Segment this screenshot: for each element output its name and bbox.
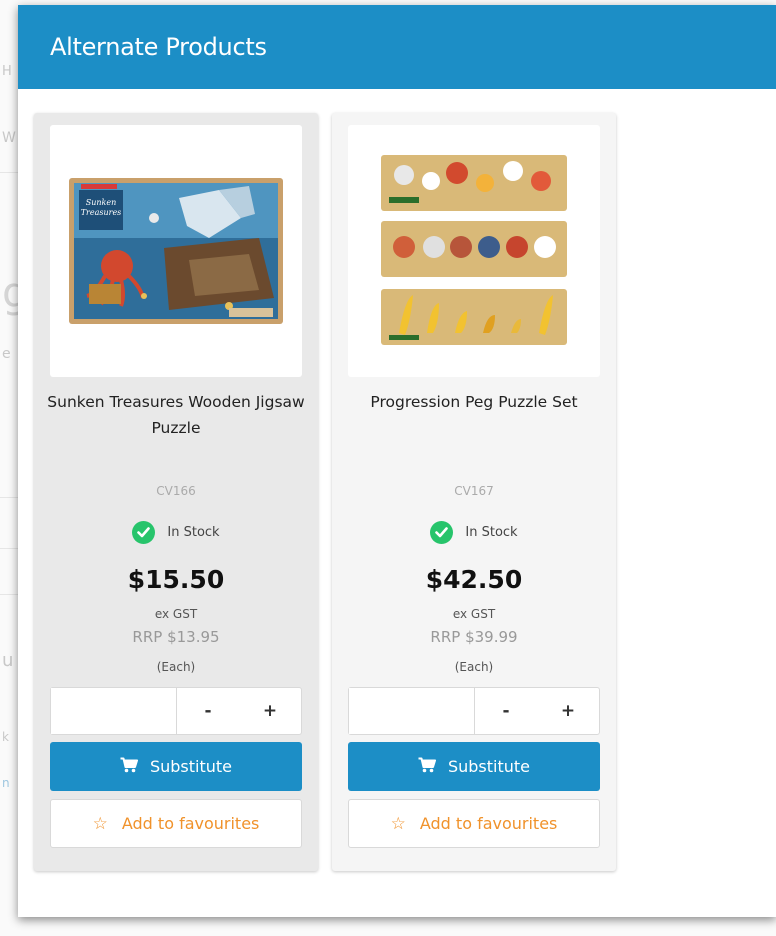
background-fragment: k [2,730,9,744]
product-name[interactable]: Progression Peg Puzzle Set [342,389,606,415]
cart-icon [120,757,138,777]
background-fragment: W [2,130,16,146]
product-card: Progression Peg Puzzle Set CV167 In Stoc… [332,113,616,871]
substitute-button[interactable]: Substitute [50,742,302,791]
cart-icon [418,757,436,777]
product-image[interactable]: Sunken Treasures [50,125,302,377]
check-circle-icon [430,521,454,544]
quantity-stepper: - + [50,687,302,735]
product-card: Sunken Treasures Sunken Treasures Wooden… [34,113,318,871]
product-price: $15.50 [127,565,225,594]
product-sku: CV166 [156,484,196,498]
product-price: $42.50 [425,565,523,594]
product-name[interactable]: Sunken Treasures Wooden Jigsaw Puzzle [44,389,308,441]
decrement-button[interactable]: - [475,688,537,734]
substitute-button[interactable]: Substitute [348,742,600,791]
background-fragment: e [2,346,11,362]
stock-status: In Stock [34,521,318,544]
increment-button[interactable]: + [239,688,301,734]
decrement-button[interactable]: - [177,688,239,734]
stock-label: In Stock [167,525,220,540]
quantity-stepper: - + [348,687,600,735]
add-to-favourites-button[interactable]: ☆ Add to favourites [348,799,600,848]
product-image[interactable] [348,125,600,377]
background-fragment: n [2,776,10,790]
jigsaw-puzzle-image: Sunken Treasures [69,178,283,324]
stock-status: In Stock [332,521,616,544]
quantity-input[interactable] [51,688,177,734]
background-fragment: H [2,64,12,79]
unit-label: (Each) [156,660,196,674]
modal-title: Alternate Products [50,33,267,61]
stock-label: In Stock [465,525,518,540]
favourites-label: Add to favourites [419,814,558,833]
quantity-input[interactable] [349,688,475,734]
substitute-label: Substitute [447,757,531,776]
rrp-price: RRP $13.95 [132,628,220,646]
modal-header: Alternate Products [18,5,776,89]
star-icon: ☆ [390,813,406,834]
background-fragment: u [2,650,14,671]
unit-label: (Each) [454,660,494,674]
increment-button[interactable]: + [537,688,599,734]
svg-text:Sunken: Sunken [86,198,117,207]
substitute-label: Substitute [149,757,233,776]
product-sku: CV167 [454,484,494,498]
tax-note: ex GST [154,607,198,621]
star-icon: ☆ [92,813,108,834]
add-to-favourites-button[interactable]: ☆ Add to favourites [50,799,302,848]
tax-note: ex GST [452,607,496,621]
rrp-price: RRP $39.99 [430,628,518,646]
favourites-label: Add to favourites [121,814,260,833]
peg-puzzle-image [381,155,567,345]
check-circle-icon [132,521,156,544]
svg-text:Treasures: Treasures [81,208,122,217]
